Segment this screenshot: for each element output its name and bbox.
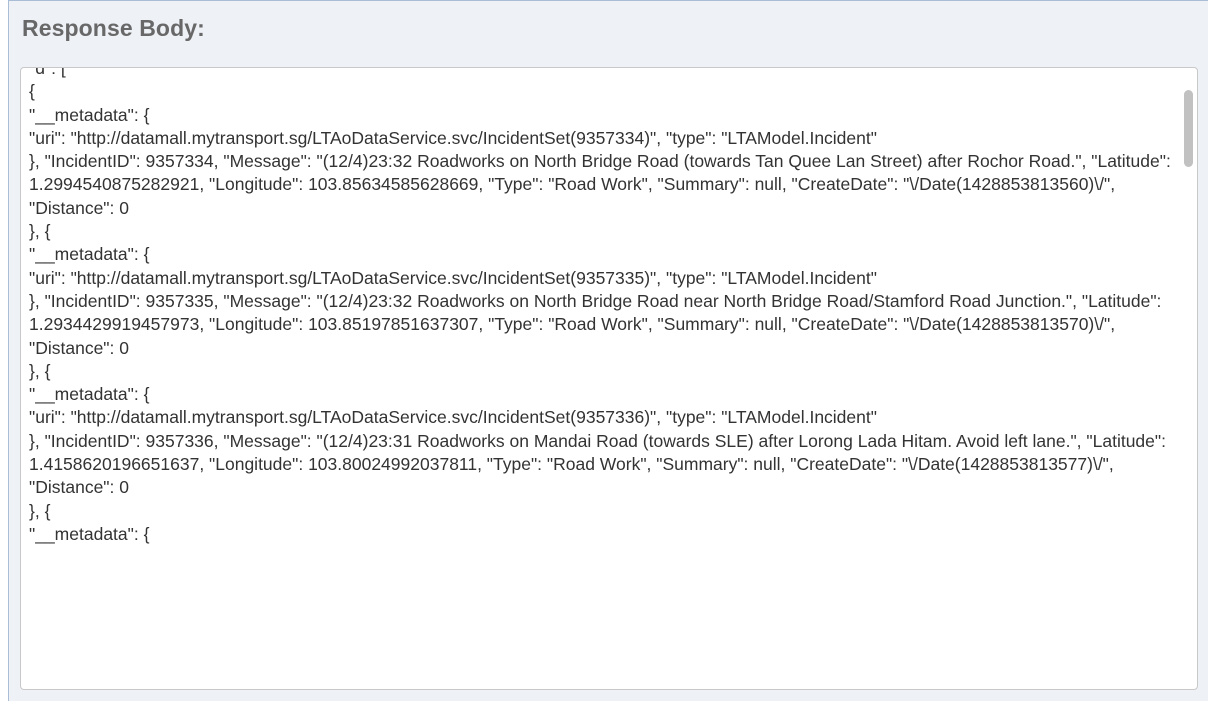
response-body-title: Response Body: [22, 15, 205, 41]
response-body-content[interactable]: "d": [ { "__metadata": { "uri": "http://… [29, 68, 1179, 546]
scrollbar-thumb[interactable] [1184, 90, 1193, 167]
response-body-panel: Response Body: "d": [ { "__metadata": { … [8, 0, 1208, 701]
response-body-textbox[interactable]: "d": [ { "__metadata": { "uri": "http://… [20, 67, 1198, 690]
vertical-scrollbar[interactable] [1182, 70, 1195, 687]
